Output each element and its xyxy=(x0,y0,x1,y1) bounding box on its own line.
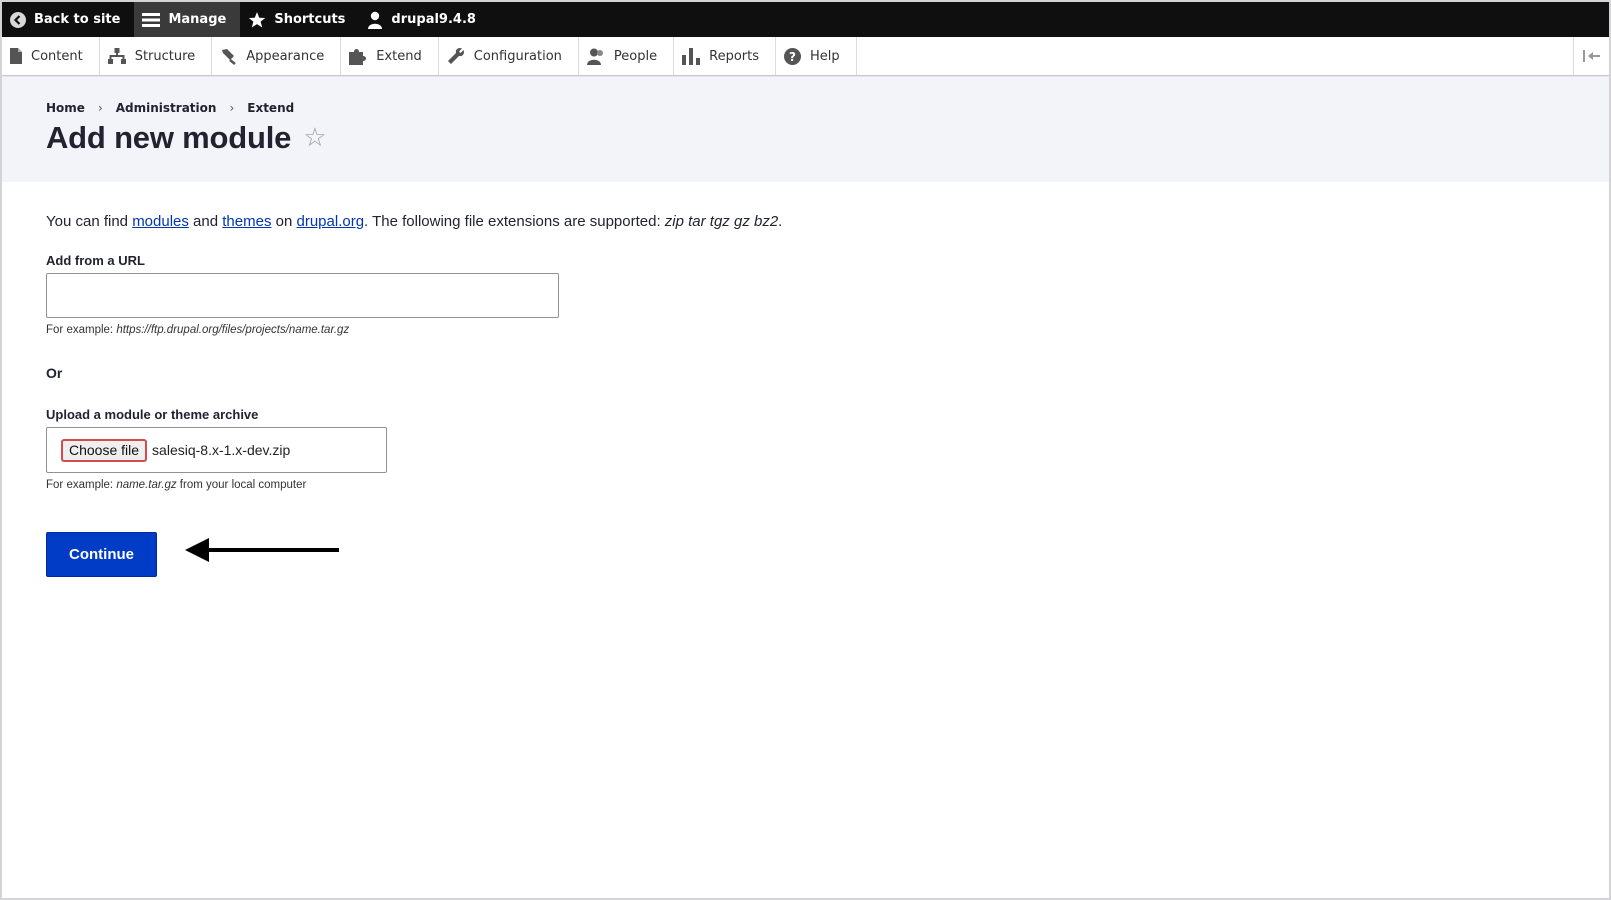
manage-tab[interactable]: Manage xyxy=(134,2,241,37)
back-to-site-label: Back to site xyxy=(34,12,121,27)
intro-on: on xyxy=(271,213,297,230)
intro-and: and xyxy=(188,213,223,230)
intro-end: . xyxy=(778,213,783,230)
breadcrumb-extend[interactable]: Extend xyxy=(247,101,294,115)
manage-label: Manage xyxy=(168,12,227,27)
user-icon xyxy=(368,11,383,29)
tray-item-label: Configuration xyxy=(473,48,562,64)
tray-item-label: Extend xyxy=(376,48,422,64)
file-icon xyxy=(10,48,22,64)
star-icon xyxy=(249,11,266,27)
themes-link[interactable]: themes xyxy=(222,213,271,230)
question-icon: ? xyxy=(784,47,801,65)
url-help-prefix: For example: xyxy=(46,324,117,336)
tray-item-content[interactable]: Content xyxy=(2,37,100,75)
user-tab[interactable]: drupal9.4.8 xyxy=(359,2,490,37)
admin-tray: Content Structure Appearance Extend Conf… xyxy=(2,37,1609,76)
tray-item-label: Help xyxy=(810,48,840,64)
url-field-help: For example: https://ftp.drupal.org/file… xyxy=(46,324,349,336)
people-icon xyxy=(586,48,603,65)
shortcut-star-icon[interactable]: ☆ xyxy=(303,125,326,151)
shortcuts-label: Shortcuts xyxy=(274,12,346,27)
page-title: Add new module xyxy=(46,120,292,155)
tray-item-appearance[interactable]: Appearance xyxy=(212,37,342,75)
user-label: drupal9.4.8 xyxy=(391,12,476,27)
supported-extensions: zip tar tgz gz bz2 xyxy=(664,213,779,230)
puzzle-icon xyxy=(349,48,367,65)
tray-item-configuration[interactable]: Configuration xyxy=(439,37,579,75)
page-header: Home › Administration › Extend Add new m… xyxy=(2,77,1609,182)
intro-suffix: . The following file extensions are supp… xyxy=(364,213,665,230)
tray-item-people[interactable]: People xyxy=(579,37,675,75)
file-upload-field[interactable]: Choose file salesiq-8.x-1.x-dev.zip xyxy=(46,427,387,473)
paintbrush-icon xyxy=(222,48,236,65)
tray-item-label: Content xyxy=(31,48,83,64)
drupal-org-link[interactable]: drupal.org xyxy=(297,213,365,230)
tray-item-reports[interactable]: Reports xyxy=(674,37,776,75)
browser-viewport: Back to site Manage Shortcuts drupal9.4.… xyxy=(0,0,1611,900)
tray-item-label: Structure xyxy=(134,48,196,64)
bar-chart-icon xyxy=(682,47,701,65)
breadcrumb-home[interactable]: Home xyxy=(46,101,85,115)
continue-button[interactable]: Continue xyxy=(46,532,157,577)
intro-text: You can find modules and themes on drupa… xyxy=(46,213,782,230)
breadcrumb-administration[interactable]: Administration xyxy=(116,101,217,115)
tray-item-extend[interactable]: Extend xyxy=(341,37,439,75)
modules-link[interactable]: modules xyxy=(132,213,189,230)
hamburger-icon xyxy=(142,12,161,27)
or-label: Or xyxy=(46,365,63,381)
upload-field-label: Upload a module or theme archive xyxy=(46,407,259,422)
collapse-arrow-icon xyxy=(1582,50,1600,62)
pointer-arrow-icon xyxy=(185,538,339,562)
admin-toolbar: Back to site Manage Shortcuts drupal9.4.… xyxy=(2,2,1609,37)
svg-text:?: ? xyxy=(789,50,796,64)
choose-file-button[interactable]: Choose file xyxy=(61,438,148,462)
back-to-site-link[interactable]: Back to site xyxy=(2,2,134,37)
tray-orientation-toggle[interactable] xyxy=(1573,37,1609,75)
tray-item-label: Appearance xyxy=(246,48,325,64)
tray-item-structure[interactable]: Structure xyxy=(100,37,213,75)
upload-help-suffix: from your local computer xyxy=(176,479,307,491)
sitemap-icon xyxy=(107,48,126,64)
wrench-icon xyxy=(447,48,464,64)
url-field-label: Add from a URL xyxy=(46,253,145,268)
back-arrow-circle-icon xyxy=(10,11,26,28)
breadcrumb-separator: › xyxy=(229,101,235,115)
breadcrumb-separator: › xyxy=(97,101,103,115)
page-title-row: Add new module ☆ xyxy=(46,120,327,156)
breadcrumb: Home › Administration › Extend xyxy=(46,101,294,115)
tray-item-label: People xyxy=(613,48,658,64)
url-help-example: https://ftp.drupal.org/files/projects/na… xyxy=(116,324,350,336)
tray-item-help[interactable]: ? Help xyxy=(776,37,857,75)
selected-file-name: salesiq-8.x-1.x-dev.zip xyxy=(152,442,291,458)
project-url-input[interactable] xyxy=(46,273,559,318)
upload-field-help: For example: name.tar.gz from your local… xyxy=(46,479,306,491)
upload-help-prefix: For example: xyxy=(46,479,117,491)
tray-item-label: Reports xyxy=(709,48,759,64)
intro-prefix: You can find xyxy=(46,213,133,230)
shortcuts-tab[interactable]: Shortcuts xyxy=(240,2,359,37)
upload-help-example: name.tar.gz xyxy=(116,479,177,491)
